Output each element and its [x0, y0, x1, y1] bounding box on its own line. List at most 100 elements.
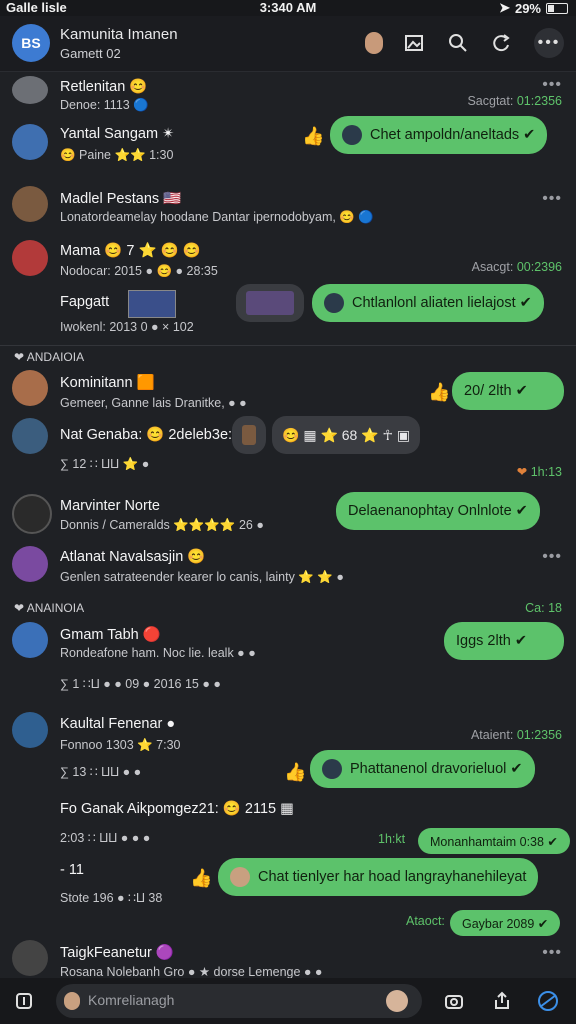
avatar[interactable] — [12, 418, 48, 454]
message-meta: Fonnoo 1303 ⭐ 7:30 — [60, 738, 181, 752]
attachment-pill[interactable] — [232, 416, 266, 454]
more-options-button[interactable]: ••• — [534, 28, 564, 58]
outgoing-bubble[interactable]: Chat tienlyer har hoad langrayhanehileya… — [218, 858, 539, 896]
emoji-reaction-pill[interactable]: 😊 ▦ ⭐ 68 ⭐ ☥ ▣ — [272, 416, 421, 454]
avatar — [342, 125, 362, 145]
timestamp: Ataient: 01:2356 — [470, 728, 562, 742]
message-options-icon[interactable]: ••• — [542, 548, 562, 566]
group-avatar[interactable]: BS — [12, 24, 50, 62]
avatar[interactable] — [12, 186, 48, 222]
sender-name[interactable]: Yantal Sangam ✴ — [60, 126, 174, 142]
sender-name[interactable]: Kominitann 🟧 — [60, 374, 155, 391]
avatar[interactable] — [12, 76, 48, 104]
section-divider — [0, 345, 576, 346]
reaction-icon[interactable]: 👍 — [190, 868, 212, 889]
message-placeholder: Komrelianagh — [88, 992, 175, 1008]
battery-icon — [546, 2, 568, 14]
outgoing-bubble[interactable]: Gaybar 2089 ✔ — [450, 910, 561, 936]
timestamp: Sacgtat: 01:2356 — [467, 94, 562, 108]
message-meta: Denoe: 1113 🔵 — [60, 98, 149, 112]
timestamp: ❤ 1h:13 — [516, 465, 562, 479]
message-meta: Nodocar: 2015 ● 😊 ● 28:35 — [60, 264, 218, 278]
location-icon: ➤ — [499, 0, 510, 15]
message-meta: Donnis / Cameralds ⭐⭐⭐⭐ 26 ● — [60, 518, 264, 532]
chat-subtitle: Gamett 02 — [60, 46, 121, 61]
avatar — [230, 867, 250, 887]
avatar[interactable] — [12, 494, 52, 534]
media-thumbnail[interactable] — [128, 290, 176, 318]
avatar — [322, 759, 342, 779]
sender-name[interactable]: - 11 — [60, 862, 84, 878]
message-options-icon[interactable]: ••• — [542, 944, 562, 962]
message-meta: Iwokenl: 2013 0 ● × 102 — [60, 320, 194, 334]
message-meta: 😊 Paine ⭐⭐ 1:30 — [60, 148, 174, 162]
timestamp: Ca: 18 — [525, 601, 562, 615]
outgoing-bubble[interactable]: Chtlanlonl aliaten lielajost ✔ — [312, 284, 544, 322]
camera-icon[interactable] — [440, 987, 468, 1015]
search-icon[interactable] — [444, 29, 472, 57]
avatar — [324, 293, 344, 313]
profile-icon[interactable] — [360, 29, 388, 57]
outgoing-bubble[interactable]: Iggs 2lth ✔ — [444, 622, 564, 660]
outgoing-bubble[interactable]: Phattanenol dravorieluol ✔ — [310, 750, 535, 788]
outgoing-bubble[interactable]: Monanhamtaim 0:38 ✔ — [418, 828, 570, 854]
message-options-icon[interactable]: ••• — [542, 76, 562, 94]
message-meta: Rosana Nolebanh Gro ● ★ dorse Lemenge ● … — [60, 965, 323, 979]
media-icon[interactable] — [400, 29, 428, 57]
sender-name[interactable]: TaigkFeanetur 🟣 — [60, 944, 174, 961]
message-meta: Stote 196 ● ∷⨿ 38 — [60, 891, 163, 905]
outgoing-bubble[interactable]: 20/ 2lth ✔ — [452, 372, 564, 410]
status-icons: ➤ 29% — [499, 0, 568, 16]
message-meta: ∑ 12 ∷ ⨿⨿ ⭐ ● — [60, 457, 150, 471]
share-icon[interactable] — [488, 987, 516, 1015]
refresh-icon[interactable] — [488, 29, 516, 57]
message-meta: Lonatordeamelay hoodane Dantar ipernodob… — [60, 210, 374, 224]
composer-bar: Komrelianagh — [0, 978, 576, 1024]
message-meta: 2:03 ∷ ⨿⨿ ● ● ● — [60, 831, 151, 845]
message-input[interactable]: Komrelianagh — [56, 984, 422, 1018]
avatar[interactable] — [12, 940, 48, 976]
sender-name[interactable]: Mama 😊 7 ⭐ 😊 😊 — [60, 242, 201, 259]
outgoing-bubble[interactable]: Delaenanophtay Onlnlote ✔ — [336, 492, 540, 530]
section-label: ❤ ANDAIOIA — [14, 350, 85, 364]
message-meta: Rondeafone ham. Noc lie. lealk ● ● — [60, 646, 256, 660]
timestamp: Asacgt: 00:2396 — [471, 260, 562, 274]
reaction-icon[interactable]: 👍 — [428, 382, 450, 403]
sender-name[interactable]: Nat Genaba: 😊 2deleb3e: — [60, 426, 232, 443]
battery-percent: 29% — [514, 0, 541, 16]
emoji-icon[interactable] — [386, 990, 408, 1012]
message-meta-secondary: ∑ 13 ∷ ⨿⨿ ● ● — [60, 765, 142, 779]
clock: 3:340 AM — [259, 0, 317, 15]
sender-name[interactable]: Fo Ganak Aikpomgez21: 😊 2115 ▦ — [60, 800, 294, 817]
sender-name[interactable]: Madlel Pestans 🇺🇸 — [60, 190, 181, 207]
image-icon — [242, 425, 256, 445]
chat-title[interactable]: Kamunita Imanen — [60, 26, 178, 43]
sender-name[interactable]: Gmam Tabh 🔴 — [60, 626, 161, 643]
chat-header: BS Kamunita Imanen Gamett 02 ••• — [0, 16, 576, 72]
avatar[interactable] — [12, 546, 48, 582]
sender-name[interactable]: Kaultal Fenenar ● — [60, 716, 175, 732]
avatar[interactable] — [12, 712, 48, 748]
timestamp-label: Ataoct: — [406, 914, 445, 928]
message-options-icon[interactable]: ••• — [542, 190, 562, 208]
avatar[interactable] — [12, 240, 48, 276]
avatar[interactable] — [12, 370, 48, 406]
sender-name[interactable]: Retlenitan 😊 — [60, 78, 147, 95]
section-label: ❤ ANAINOIA — [14, 601, 85, 615]
avatar[interactable] — [12, 124, 48, 160]
reaction-icon[interactable]: 👍 — [284, 762, 306, 783]
reaction-icon[interactable]: 👍 — [302, 126, 324, 147]
message-meta: Genlen satrateender kearer lo canis, lai… — [60, 570, 344, 584]
attach-icon[interactable] — [10, 987, 38, 1015]
message-meta: Gemeer, Ganne lais Dranitke, ● ● — [60, 396, 247, 410]
sender-name[interactable]: Fapgatt — [60, 294, 109, 310]
avatar — [64, 992, 80, 1010]
sender-name[interactable]: Marvinter Norte — [60, 498, 160, 514]
outgoing-bubble[interactable]: Chet ampoldn/aneltads ✔ — [330, 116, 548, 154]
avatar[interactable] — [12, 622, 48, 658]
sender-name[interactable]: Atlanat Navalsasjin 😊 — [60, 548, 205, 565]
image-icon — [246, 291, 294, 315]
globe-icon[interactable] — [534, 987, 562, 1015]
message-meta-secondary: ∑ 1 ∷⨿ ● ● 09 ● 2016 15 ● ● — [60, 677, 221, 691]
attachment-pill[interactable] — [236, 284, 304, 322]
